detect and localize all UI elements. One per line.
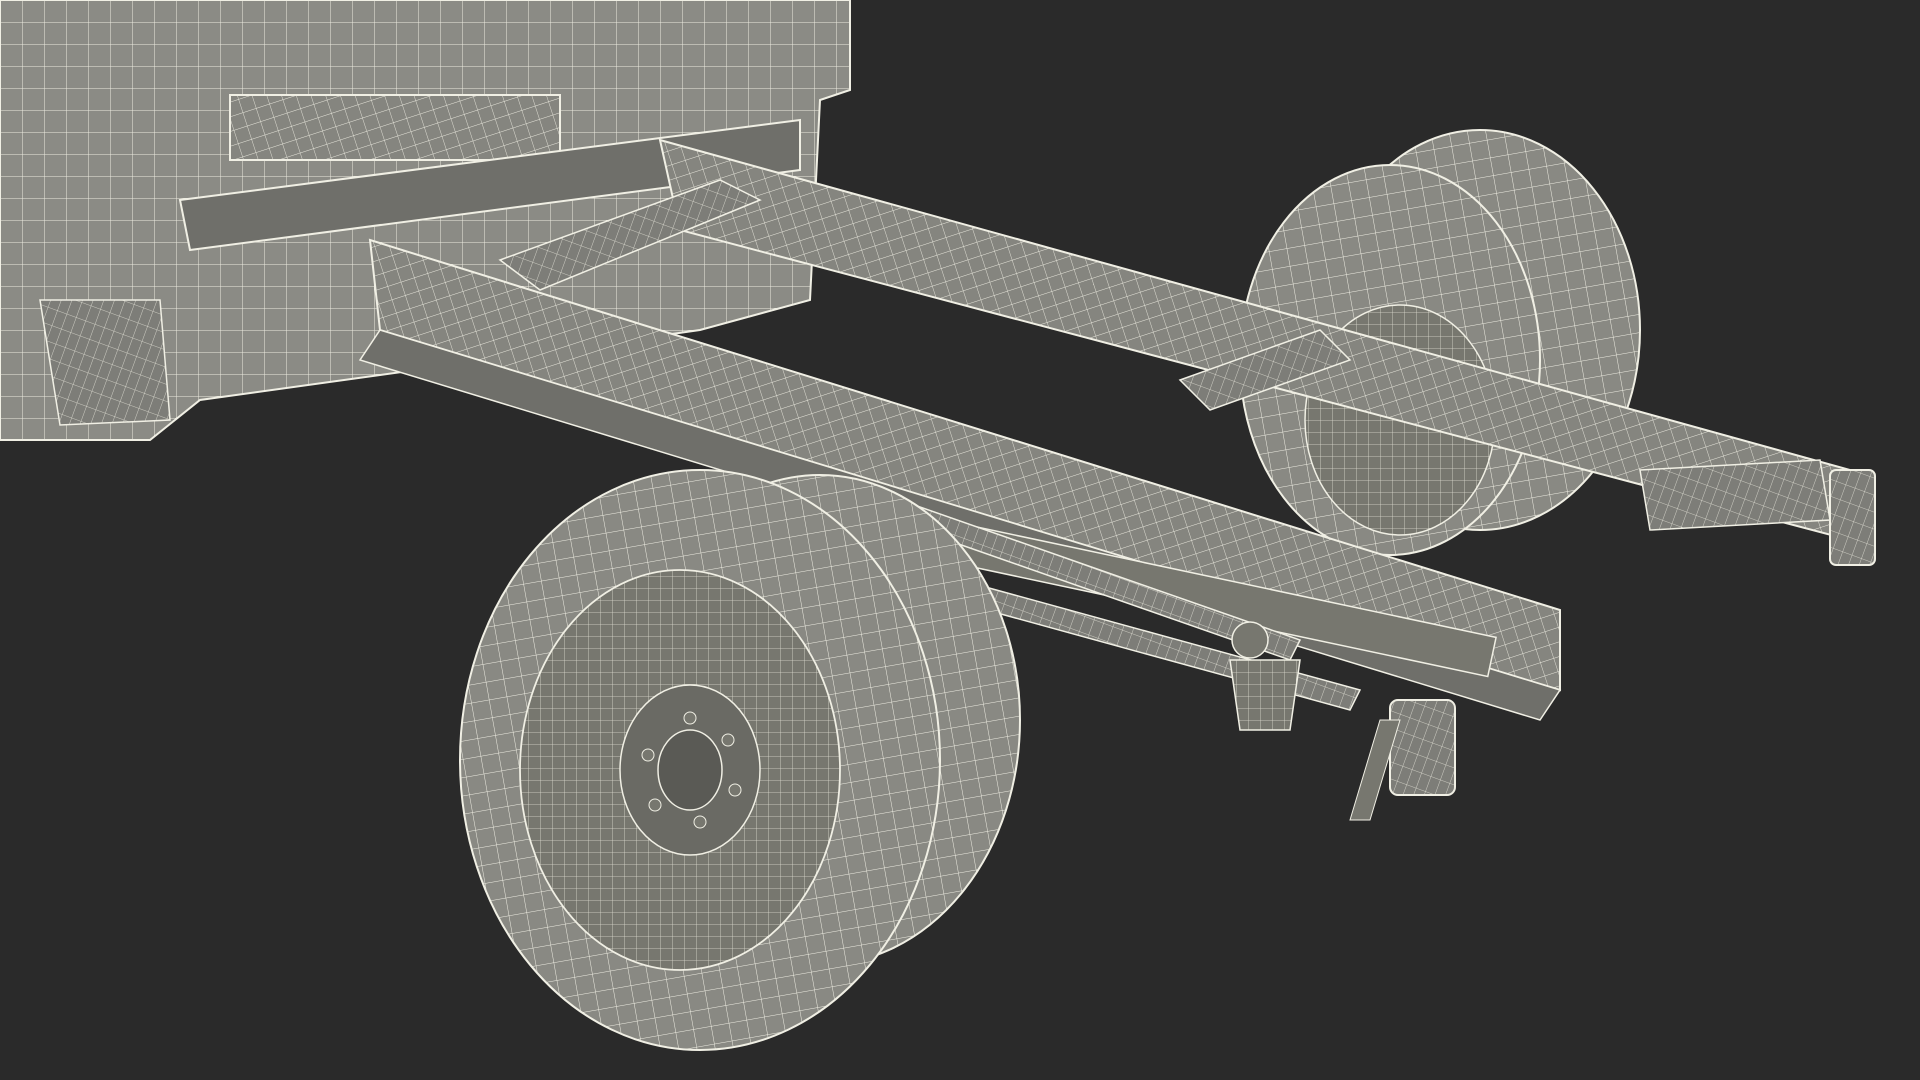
rear-near-tire [459,469,1021,1051]
truck-chassis-render [0,0,1876,1051]
render-viewport [0,0,1920,1080]
